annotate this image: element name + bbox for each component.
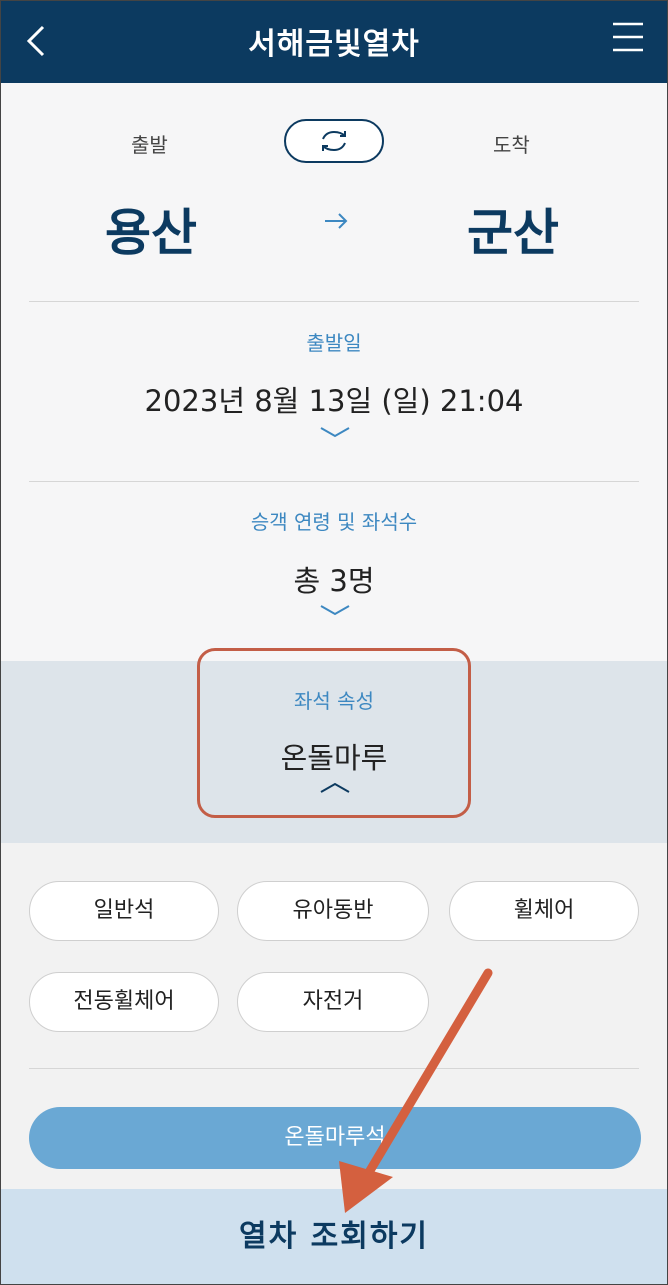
page-title: 서해금빛열차 [248, 27, 420, 62]
swap-stations-button[interactable] [284, 119, 384, 163]
seat-option-infant[interactable]: 유아동반 [237, 881, 429, 941]
seat-option-general[interactable]: 일반석 [29, 881, 219, 941]
divider [29, 1068, 639, 1069]
seat-option-bicycle[interactable]: 자전거 [237, 972, 429, 1032]
arrow-right-icon [325, 213, 348, 229]
departure-label: 출발 [131, 133, 168, 157]
app-header: 서해금빛열차 [1, 1, 667, 83]
passenger-value: 총 3명 [293, 564, 375, 598]
screen: 서해금빛열차 출발 도착 용산 군산 출발일 2023년 8월 13일 (일) … [0, 0, 668, 1285]
swap-icon [322, 130, 346, 152]
menu-button[interactable] [611, 21, 645, 53]
chevron-down-icon [320, 605, 350, 616]
date-value: 2023년 8월 13일 (일) 21:04 [144, 384, 524, 418]
seat-option-wheelchair[interactable]: 휠체어 [449, 881, 639, 941]
date-label: 출발일 [306, 331, 362, 355]
divider [29, 481, 639, 482]
seat-option-electric-wheelchair[interactable]: 전동휠체어 [29, 972, 219, 1032]
hamburger-menu-icon [613, 22, 643, 52]
departure-station[interactable]: 용산 [105, 193, 197, 265]
chevron-down-icon [320, 427, 350, 438]
selected-seat-option[interactable]: 온돌마루석 [29, 1107, 641, 1169]
arrival-label: 도착 [493, 133, 530, 157]
search-trains-button[interactable]: 열차 조회하기 [1, 1189, 667, 1284]
arrival-station[interactable]: 군산 [467, 193, 559, 265]
annotation-highlight-box [197, 648, 471, 818]
passenger-label: 승객 연령 및 좌석수 [250, 510, 418, 534]
divider [29, 301, 639, 302]
